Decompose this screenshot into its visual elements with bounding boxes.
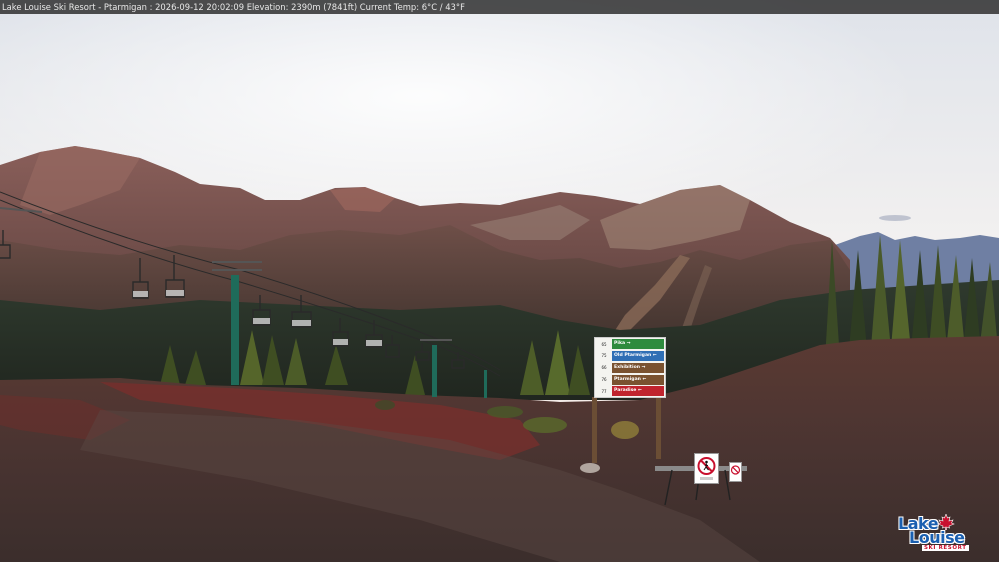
trail-level-number: 66: [601, 365, 607, 371]
trail-sign-row: 66 Exhibition →: [596, 362, 664, 373]
trail-name: Old Ptarmigan ←: [612, 350, 664, 361]
trail-sign-row: 77 Paradise ←: [596, 386, 664, 397]
trail-level-number: 75: [601, 353, 607, 359]
trail-name: Ptarmigan ←: [612, 374, 664, 385]
trail-name: Pika →: [612, 339, 664, 350]
trail-sign-row: 76 Ptarmigan ←: [596, 374, 664, 385]
trail-level-number: 76: [601, 377, 607, 383]
mountain-landscape: [0, 0, 999, 562]
warning-sign: [729, 462, 742, 482]
logo-tagline: SKI RESORT: [922, 545, 969, 551]
trail-sign-row: 75 Old Ptarmigan ←: [596, 350, 664, 361]
trail-name: Exhibition →: [612, 362, 664, 373]
no-entry-icon: [730, 465, 741, 475]
trail-sign-row: 65 Pika →: [596, 339, 664, 350]
webcam-view: Lake Louise Ski Resort - Ptarmigan : 202…: [0, 0, 999, 562]
trail-level-number: 77: [601, 388, 607, 394]
trail-level-number: 65: [601, 341, 607, 347]
webcam-caption-bar: Lake Louise Ski Resort - Ptarmigan : 202…: [0, 0, 999, 14]
lake-louise-logo: Lake Louise SKI RESORT: [898, 514, 972, 554]
no-hiking-sign: [694, 453, 719, 484]
trail-name: Paradise ←: [612, 386, 664, 397]
webcam-caption: Lake Louise Ski Resort - Ptarmigan : 202…: [2, 2, 465, 12]
trail-sign: 65 Pika → 75 Old Ptarmigan ← 66 Exhibiti…: [594, 337, 666, 398]
no-hiking-icon: [697, 457, 716, 480]
